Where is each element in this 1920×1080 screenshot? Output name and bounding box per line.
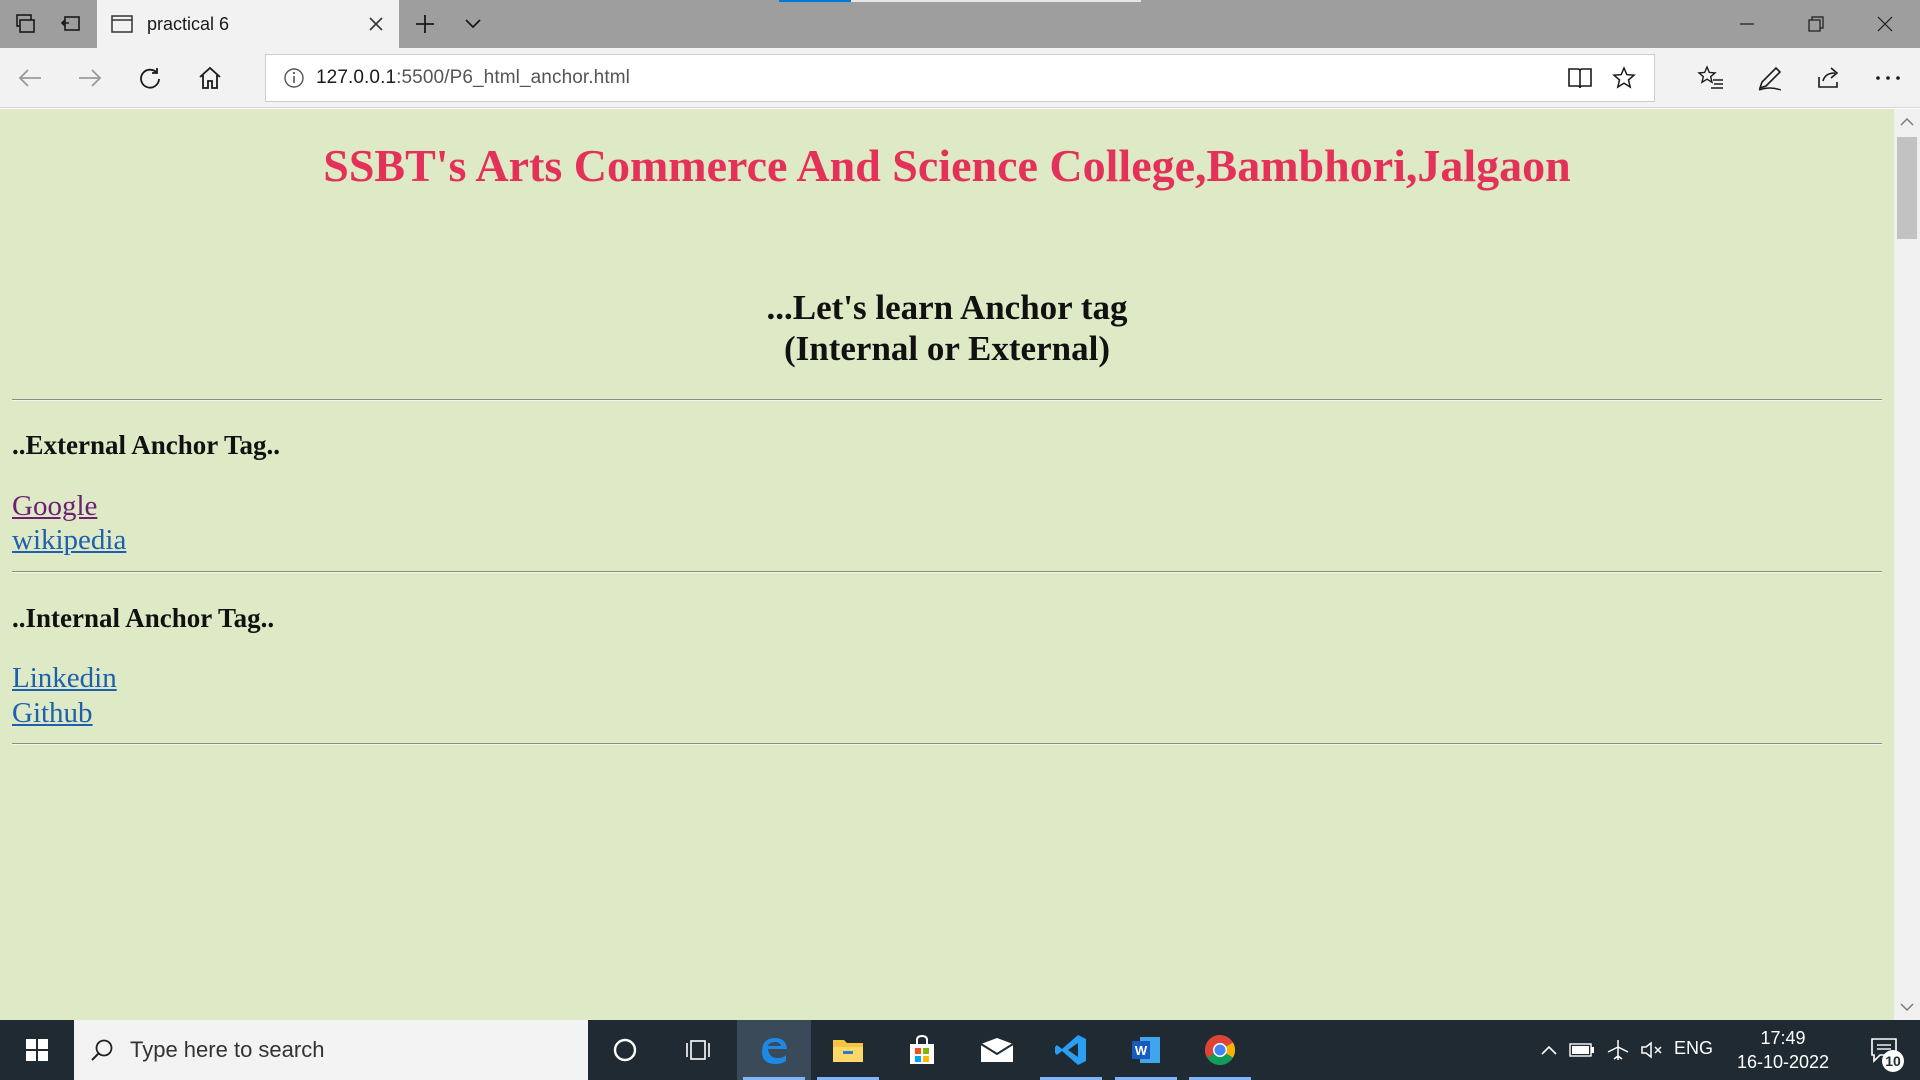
- divider-2: [12, 571, 1882, 573]
- more-options-icon[interactable]: [1868, 58, 1908, 98]
- tab-title: practical 6: [147, 13, 230, 34]
- title-bar: practical 6: [0, 0, 1920, 48]
- cortana-icon[interactable]: [588, 1020, 662, 1080]
- new-tab-icon[interactable]: [410, 10, 440, 38]
- subtitle-line-1: ...Let's learn Anchor tag: [766, 288, 1128, 327]
- url-host: 127.0.0.1: [316, 67, 397, 88]
- set-tabs-aside-icon[interactable]: [56, 10, 86, 38]
- word-icon[interactable]: W: [1109, 1020, 1183, 1080]
- taskbar-search[interactable]: Type here to search: [74, 1020, 588, 1080]
- page-viewport: SSBT's Arts Commerce And Science College…: [0, 109, 1894, 1020]
- favorite-star-icon[interactable]: [1602, 56, 1646, 100]
- reading-view-icon[interactable]: [1558, 56, 1602, 100]
- start-windows-icon[interactable]: [0, 1020, 74, 1080]
- page-icon: [111, 13, 133, 35]
- refresh-icon[interactable]: [130, 58, 170, 98]
- taskbar: Type here to search W ENG 17:49 16-10-20…: [0, 1020, 1920, 1080]
- tabs-aside-icon[interactable]: [10, 10, 40, 38]
- share-icon[interactable]: [1809, 58, 1849, 98]
- store-icon[interactable]: [885, 1020, 959, 1080]
- vscode-icon[interactable]: [1034, 1020, 1108, 1080]
- search-icon: [74, 1037, 130, 1063]
- site-info-icon[interactable]: [272, 56, 316, 100]
- loading-indicator: [779, 0, 851, 2]
- link-linkedin[interactable]: Linkedin: [12, 662, 117, 695]
- volume-muted-icon[interactable]: [1636, 1020, 1668, 1080]
- divider-1: [12, 399, 1882, 401]
- tab-preview-chevron-icon[interactable]: [458, 10, 488, 38]
- edge-icon[interactable]: [737, 1020, 811, 1080]
- input-language[interactable]: ENG: [1674, 1038, 1713, 1059]
- link-wikipedia[interactable]: wikipedia: [12, 524, 126, 557]
- divider-3: [12, 743, 1882, 745]
- clock[interactable]: 17:49 16-10-2022: [1730, 1026, 1836, 1074]
- notification-count-badge: 10: [1882, 1050, 1904, 1072]
- chrome-icon[interactable]: [1183, 1020, 1257, 1080]
- internal-anchor-heading: ..Internal Anchor Tag..: [12, 603, 275, 633]
- scroll-thumb[interactable]: [1897, 137, 1917, 239]
- url-path: :5500/P6_html_anchor.html: [396, 67, 630, 88]
- battery-icon[interactable]: [1566, 1020, 1598, 1080]
- url-text[interactable]: 127.0.0.1:5500/P6_html_anchor.html: [316, 67, 1558, 89]
- link-github[interactable]: Github: [12, 697, 93, 730]
- airplane-mode-icon[interactable]: [1602, 1020, 1634, 1080]
- clock-date: 16-10-2022: [1736, 1052, 1830, 1072]
- mail-icon[interactable]: [960, 1020, 1034, 1080]
- minimize-icon[interactable]: [1712, 0, 1782, 48]
- address-bar[interactable]: 127.0.0.1:5500/P6_html_anchor.html: [265, 54, 1655, 102]
- clock-time: 17:49: [1760, 1028, 1806, 1048]
- forward-icon[interactable]: [70, 58, 110, 98]
- task-view-icon[interactable]: [662, 1020, 736, 1080]
- back-icon[interactable]: [10, 58, 50, 98]
- subtitle-line-2: (Internal or External): [784, 329, 1110, 368]
- scroll-up-icon[interactable]: [1894, 109, 1920, 135]
- web-note-pen-icon[interactable]: [1750, 58, 1790, 98]
- show-hidden-icons-chevron-icon[interactable]: [1534, 1020, 1564, 1080]
- favorites-hub-icon[interactable]: [1691, 58, 1731, 98]
- file-explorer-icon[interactable]: [811, 1020, 885, 1080]
- vertical-scrollbar[interactable]: [1894, 109, 1920, 1020]
- link-google[interactable]: Google: [12, 490, 97, 523]
- close-window-icon[interactable]: [1850, 0, 1920, 48]
- scroll-down-icon[interactable]: [1894, 994, 1920, 1020]
- home-icon[interactable]: [190, 58, 230, 98]
- tab-practical-6[interactable]: practical 6: [97, 0, 399, 48]
- page-title: SSBT's Arts Commerce And Science College…: [323, 140, 1571, 191]
- page-subtitle: ...Let's learn Anchor tag (Internal or E…: [0, 287, 1894, 369]
- action-center-icon[interactable]: 10: [1856, 1020, 1912, 1080]
- search-placeholder: Type here to search: [130, 1037, 325, 1062]
- close-tab-icon[interactable]: [361, 9, 391, 39]
- navigation-bar: 127.0.0.1:5500/P6_html_anchor.html: [0, 48, 1920, 108]
- svg-text:W: W: [1135, 1043, 1148, 1058]
- restore-icon[interactable]: [1781, 0, 1851, 48]
- external-anchor-heading: ..External Anchor Tag..: [12, 430, 281, 460]
